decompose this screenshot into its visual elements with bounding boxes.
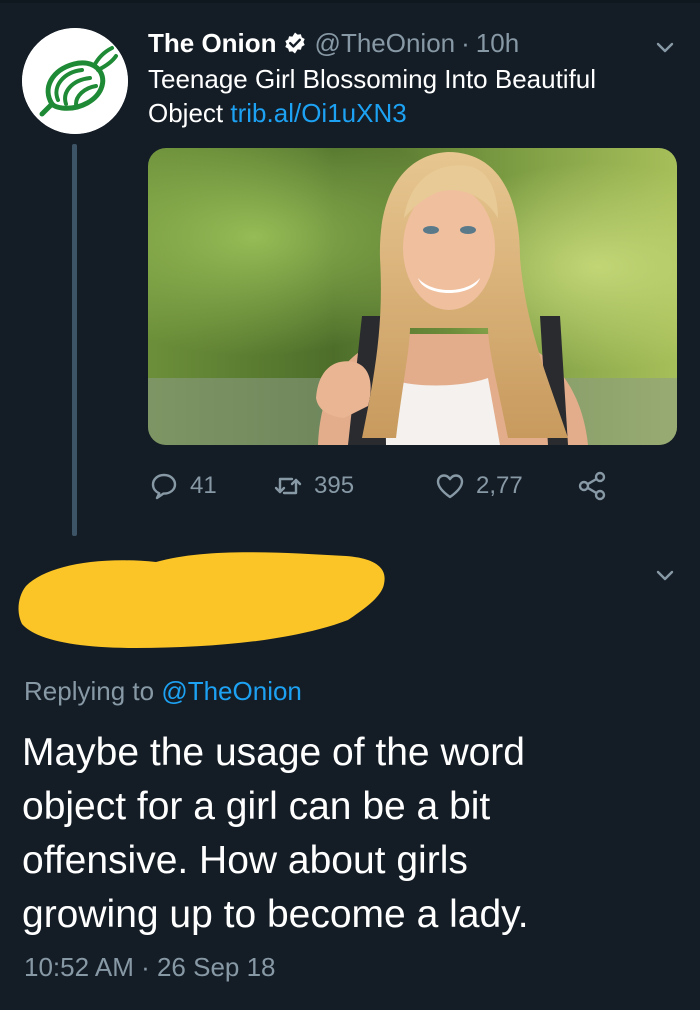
author-name[interactable]: The Onion [148, 28, 277, 59]
verified-badge-icon [283, 31, 307, 55]
share-icon [576, 470, 608, 502]
reply-text: Maybe the usage of the word object for a… [22, 726, 682, 942]
retweet-button[interactable]: 395 [272, 466, 354, 506]
reply-button[interactable]: 41 [148, 466, 217, 506]
tweet-link[interactable]: trib.al/Oi1uXN3 [230, 98, 406, 128]
retweet-icon [272, 470, 304, 502]
reply-icon [148, 470, 180, 502]
replying-prefix: Replying to [24, 676, 155, 706]
chevron-down-icon[interactable] [651, 561, 679, 589]
reply-line: object for a girl can be a bit [22, 785, 491, 828]
author-handle[interactable]: @TheOnion [315, 28, 456, 59]
tweet-text: Teenage Girl Blossoming Into Beautiful O… [148, 62, 678, 130]
reply-line: growing up to become a lady. [22, 893, 529, 936]
reply-line: Maybe the usage of the word [22, 731, 525, 774]
reply-line: offensive. How about girls [22, 839, 468, 882]
like-icon [434, 470, 466, 502]
chevron-down-icon[interactable] [651, 33, 679, 61]
replying-to: Replying to @TheOnion [24, 676, 302, 707]
replying-mention[interactable]: @TheOnion [161, 676, 302, 706]
like-count: 2,77 [476, 472, 523, 499]
reply-count: 41 [190, 472, 217, 499]
tweet-header: The Onion @TheOnion · 10h [148, 26, 519, 60]
tweet-photo[interactable] [148, 148, 677, 445]
top-divider [0, 0, 700, 3]
redacted-username [16, 536, 388, 656]
onion-logo [22, 28, 128, 134]
tweet-time[interactable]: 10h [476, 28, 519, 59]
like-button[interactable]: 2,77 [434, 466, 523, 506]
reply-timestamp[interactable]: 10:52 AM · 26 Sep 18 [24, 952, 276, 983]
header-separator: · [461, 27, 470, 58]
avatar[interactable] [22, 28, 128, 134]
photo-image [148, 148, 677, 445]
tweet-actions: 41 395 2,77 [148, 466, 628, 506]
retweet-count: 395 [314, 472, 355, 499]
share-button[interactable] [576, 466, 608, 506]
thread-connector [72, 144, 77, 536]
